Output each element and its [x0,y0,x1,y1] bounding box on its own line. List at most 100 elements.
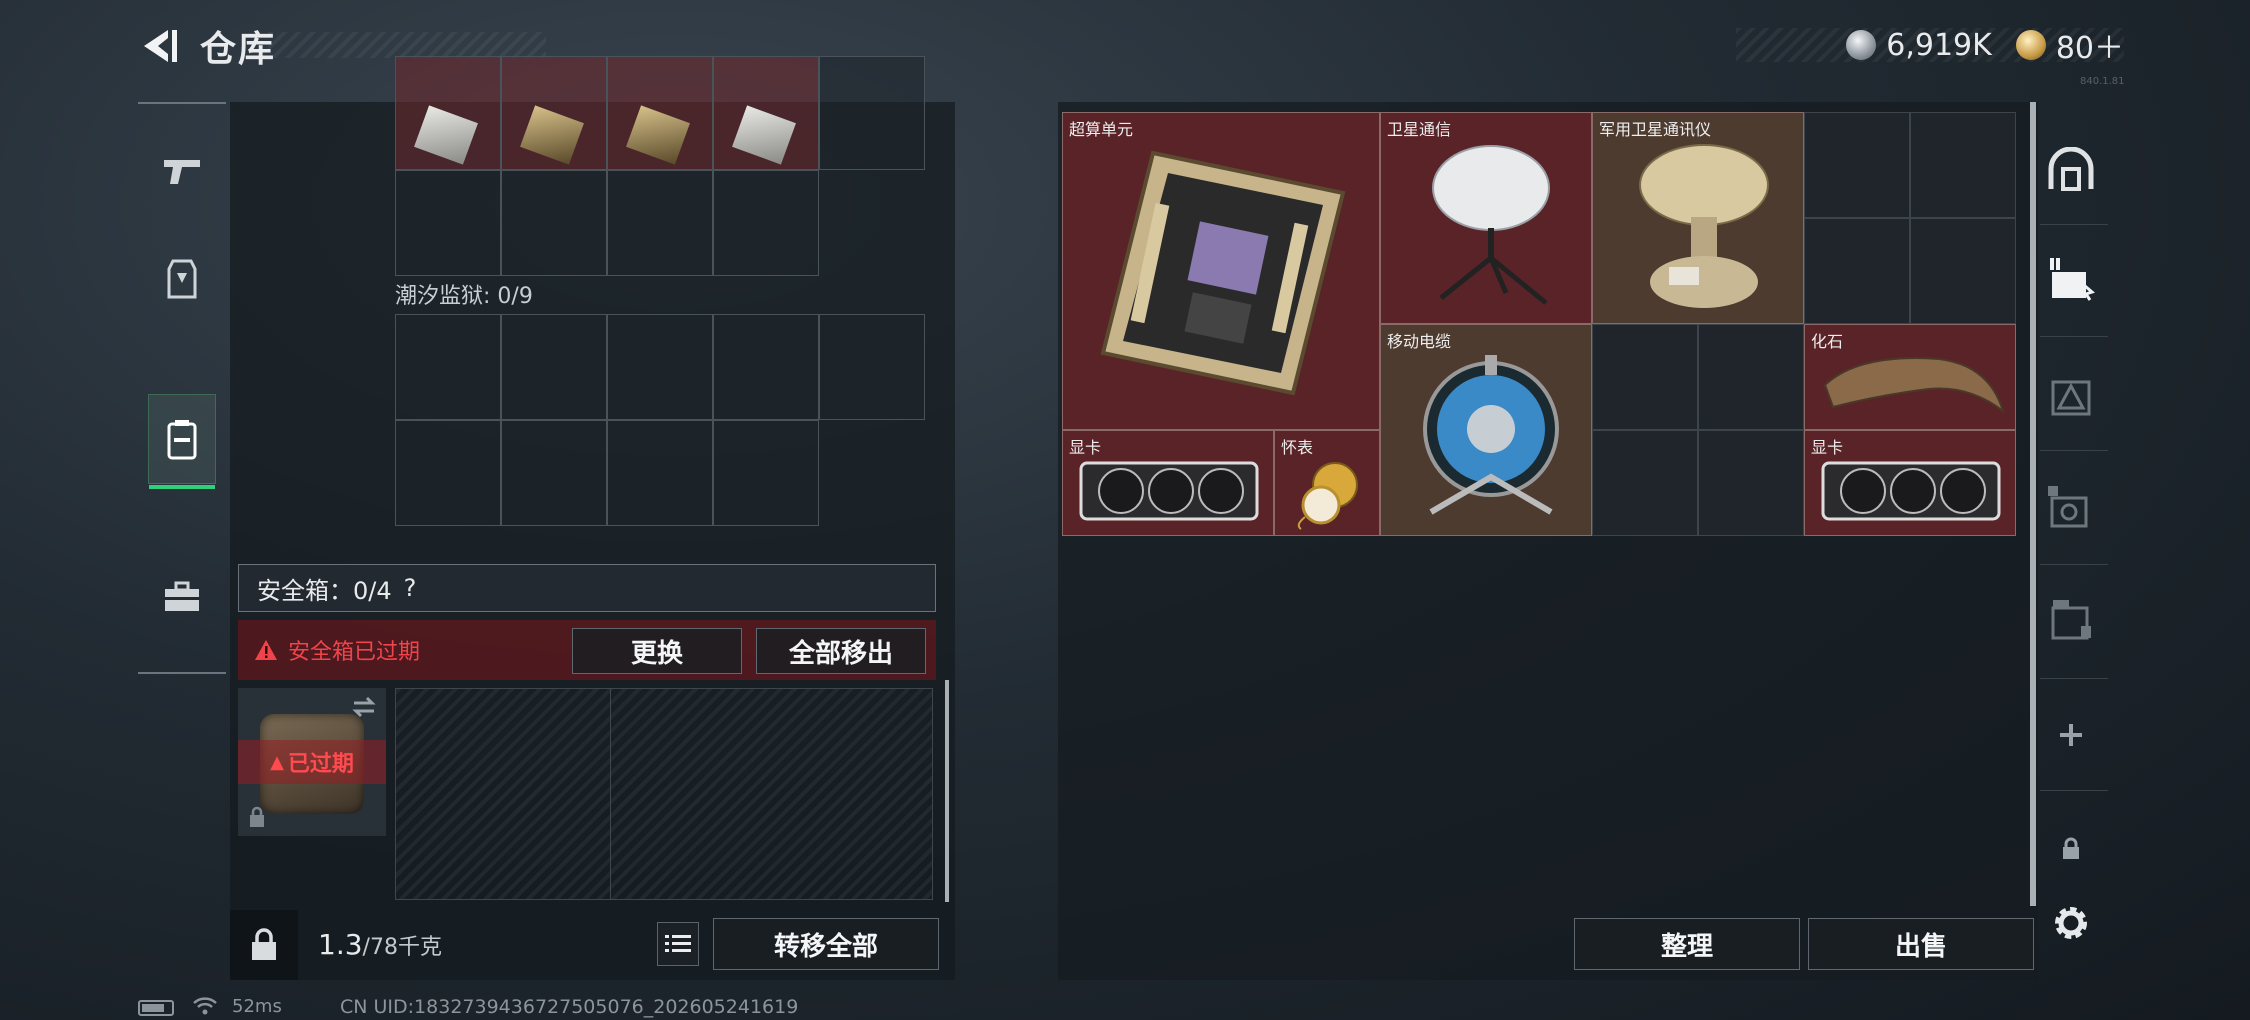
inventory-slot[interactable] [607,314,713,420]
transfer-all-button[interactable]: 转移全部 [713,918,939,970]
card-item-icon [732,105,796,165]
inventory-slot[interactable] [819,314,925,420]
card-item-icon [414,105,478,165]
expired-badge-text: 已过期 [287,752,354,777]
fossil-claw-icon [1823,357,2005,414]
sort-button[interactable]: 整理 [1574,918,1800,970]
storage-item-gpu[interactable]: 显卡 [1804,430,2016,536]
storage-slot[interactable] [1698,324,1804,430]
safe-box-warning-text: 安全箱已过期 [288,640,421,665]
inventory-slot[interactable] [501,314,607,420]
expired-badge: ▲ 已过期 [238,740,386,784]
currency-secondary-value[interactable]: 80＋ [2056,23,2124,67]
warning-icon [255,640,277,660]
lock-button[interactable] [230,910,298,980]
nav-toolbox[interactable] [148,552,216,642]
cable-reel-icon [1423,355,1559,515]
storage-item-supercomputer[interactable]: 超算单元 [1062,112,1380,430]
add-storage-button[interactable] [2046,710,2096,760]
version-tag: 840.1.81 [2080,76,2125,87]
storage-slot[interactable] [1592,324,1698,430]
nav-gear[interactable] [148,234,216,324]
safe-box-title: 安全箱：0/4 [257,576,392,605]
back-button[interactable] [138,24,182,68]
slot-divider [610,689,611,899]
nav-weapons[interactable] [148,126,216,216]
currency-display: 6,919K 80＋ [1736,28,2124,66]
inventory-slot[interactable] [501,170,607,276]
storage-item-pocket-watch[interactable]: 怀表 [1274,430,1380,536]
storage-tab-4[interactable] [2046,482,2096,532]
lock-icon [250,806,264,827]
stash-3-icon [2051,380,2091,416]
storage-slot[interactable] [1910,112,2016,218]
inventory-slot[interactable] [501,420,607,526]
storage-item-military-satcom[interactable]: 军用卫星通讯仪 [1592,112,1804,324]
safe-box-slots[interactable] [395,688,933,900]
inventory-slot[interactable] [607,56,713,170]
inventory-slot[interactable] [501,56,607,170]
storage-tab-3[interactable] [2046,370,2096,420]
rail-separator [2040,564,2108,565]
settings-button[interactable] [2046,898,2096,948]
storage-tab-1[interactable] [2046,144,2096,194]
gpu-icon [1821,461,2001,521]
storage-item-cable-reel[interactable]: 移动电缆 [1380,324,1592,536]
weight-capacity: /78千克 [362,935,442,960]
battery-icon [138,1000,174,1016]
backpack-icon [167,420,197,460]
swap-icon[interactable] [350,696,378,718]
inventory-slot[interactable] [713,420,819,526]
help-icon[interactable]: ? [404,574,417,602]
replace-button[interactable]: 更换 [572,628,742,674]
inventory-slot[interactable] [607,420,713,526]
side-nav [138,102,226,674]
inventory-slot[interactable] [713,170,819,276]
nav-backpack[interactable] [148,394,216,489]
lock-icon [2063,837,2079,859]
list-view-button[interactable] [657,922,699,966]
storage-tab-2[interactable] [2046,254,2096,304]
inventory-slot[interactable] [607,170,713,276]
inventory-slot[interactable] [819,56,925,170]
storage-slot[interactable] [1804,112,1910,218]
inventory-slot[interactable] [395,170,501,276]
rail-separator [2040,450,2108,451]
inventory-slot[interactable] [713,314,819,420]
safe-box-header: 安全箱：0/4 ? [238,564,936,612]
satellite-dish-icon [1432,145,1550,305]
toolbox-icon [165,581,199,611]
inventory-slot[interactable] [395,420,501,526]
storage-item-gpu[interactable]: 显卡 [1062,430,1274,536]
storage-slot[interactable] [1592,430,1698,536]
page-title: 仓库 [200,29,277,70]
inventory-slot[interactable] [713,56,819,170]
gun-icon [164,160,200,184]
inventory-slot[interactable] [395,56,501,170]
safe-box-item[interactable]: ▲ 已过期 [238,688,386,836]
storage-slot[interactable] [1804,218,1910,324]
storage-item-fossil[interactable]: 化石 [1804,324,2016,430]
dome-icon [2048,147,2094,191]
right-scrollbar[interactable] [2030,102,2036,906]
storage-grid: 超算单元 卫星通信 军用卫星通讯仪 移动电缆 化石 显卡 怀表 显卡 [1062,112,2020,538]
plus-icon [2060,724,2082,746]
storage-slot[interactable] [1698,430,1804,536]
stash-5-icon [2051,600,2091,640]
rail-separator [2040,678,2108,679]
motherboard-icon [1100,150,1346,396]
vest-icon [167,259,197,299]
gear-icon [2055,907,2087,939]
inventory-slot[interactable] [395,314,501,420]
left-scrollbar[interactable] [945,680,949,902]
gpu-icon [1079,461,1259,521]
storage-slot[interactable] [1910,218,2016,324]
sell-button[interactable]: 出售 [1808,918,2034,970]
rail-separator [2040,224,2108,225]
move-all-out-button[interactable]: 全部移出 [756,628,926,674]
rail-lock-button[interactable] [2046,824,2096,874]
storage-tab-5[interactable] [2046,594,2096,644]
back-arrow-icon [144,30,177,62]
storage-item-satellite-comm[interactable]: 卫星通信 [1380,112,1592,324]
ping-display: 52ms [232,996,282,1017]
